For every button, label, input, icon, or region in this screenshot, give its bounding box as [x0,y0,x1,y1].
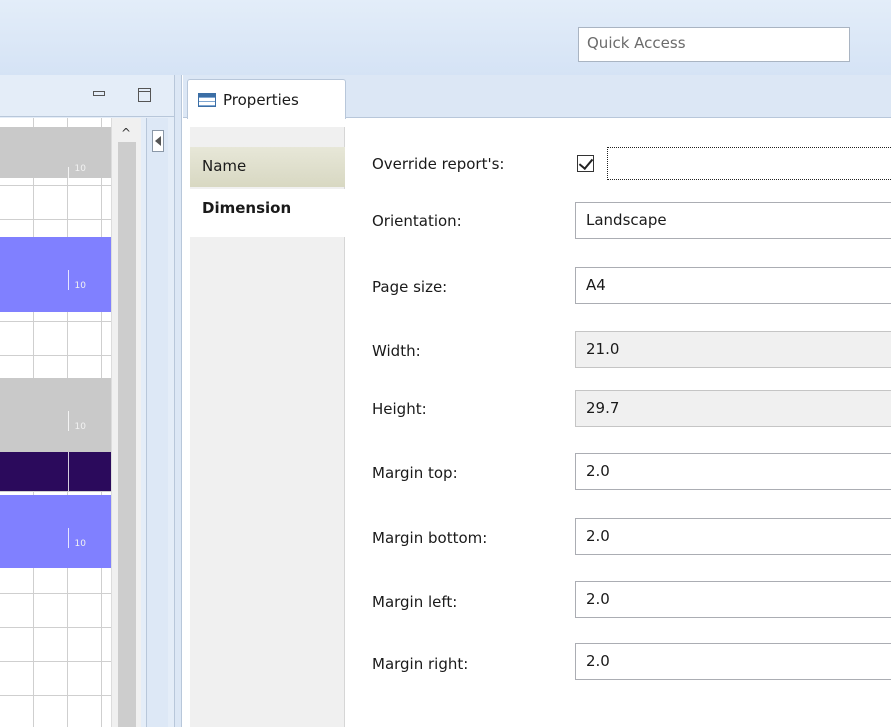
margin-bottom-field[interactable]: 2.0 [575,518,891,555]
ruler-tick [68,411,69,431]
collapse-left-icon[interactable] [152,130,164,152]
page-size-label: Page size: [372,278,448,296]
width-label: Width: [372,342,421,360]
ruler-tick [68,452,69,491]
palette-collapse-strip [146,118,168,727]
margin-top-field[interactable]: 2.0 [575,453,891,490]
ruler-tick [68,528,69,548]
report-editor-pane: 10 10 10 10 ^ [0,75,174,727]
band-number: 10 [74,539,86,549]
selected-report-band[interactable] [0,452,111,491]
ruler-tick [68,167,69,178]
orientation-field[interactable]: Landscape [575,202,891,239]
scroll-up-icon[interactable]: ^ [121,126,131,140]
report-band[interactable]: 10 [0,237,111,312]
report-band[interactable]: 10 [0,378,111,452]
maximize-icon[interactable] [138,88,151,102]
ruler-tick [68,270,69,290]
orientation-label: Orientation: [372,212,462,230]
main-toolbar: Quick Access [0,0,891,75]
property-categories: Name Dimension [190,127,345,727]
editor-pane-header [0,75,174,117]
report-band[interactable]: 10 [0,495,111,568]
properties-table-icon [198,92,216,107]
minimize-icon[interactable] [93,91,105,96]
override-focus-rect [607,147,891,180]
margin-right-field[interactable]: 2.0 [575,643,891,680]
margin-bottom-label: Margin bottom: [372,529,488,547]
height-field: 29.7 [575,390,891,427]
margin-left-label: Margin left: [372,593,458,611]
height-label: Height: [372,400,427,418]
margin-top-label: Margin top: [372,464,458,482]
override-label: Override report's: [372,155,505,173]
band-number: 10 [74,422,86,432]
width-field: 21.0 [575,331,891,368]
band-number: 10 [74,281,86,291]
quick-access-input[interactable]: Quick Access [578,27,850,62]
properties-tabbar: Properties [183,75,891,119]
category-dimension[interactable]: Dimension [190,189,345,237]
report-canvas[interactable]: 10 10 10 10 [0,118,111,727]
category-name[interactable]: Name [190,147,345,187]
page-size-field[interactable]: A4 [575,267,891,304]
scrollbar-thumb[interactable] [118,142,136,727]
band-number: 10 [74,164,86,174]
override-checkbox[interactable] [577,155,594,172]
margin-left-field[interactable]: 2.0 [575,581,891,618]
vertical-scrollbar[interactable]: ^ [111,118,141,727]
properties-view: Properties Name Dimension Override repor… [183,75,891,727]
report-band[interactable]: 10 [0,127,111,178]
tab-properties[interactable]: Properties [187,79,346,119]
tab-properties-label: Properties [223,90,299,109]
pane-divider[interactable] [174,75,182,727]
margin-right-label: Margin right: [372,655,469,673]
